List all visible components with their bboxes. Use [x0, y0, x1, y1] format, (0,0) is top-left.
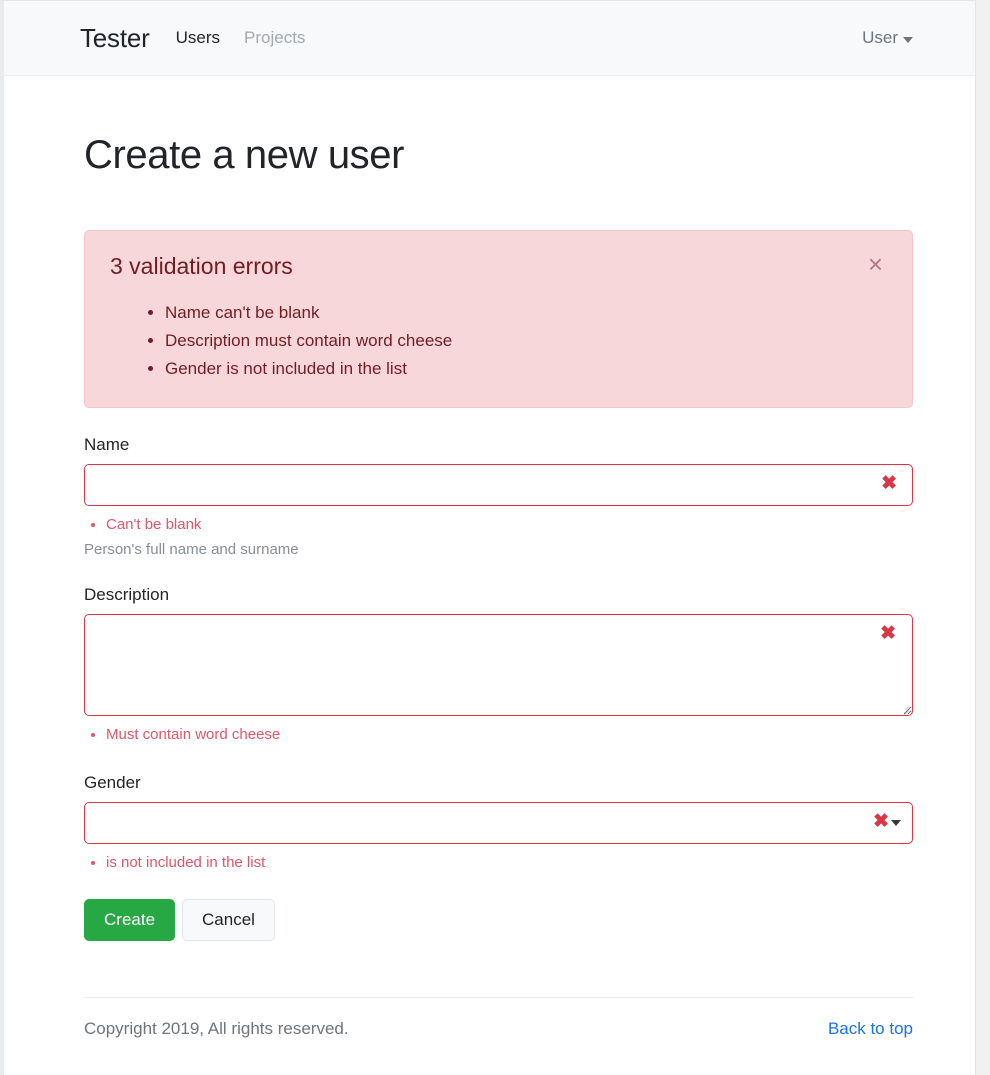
field-error-item: is not included in the list	[106, 852, 913, 874]
validation-error-item: Name can't be blank	[165, 299, 888, 327]
description-input-wrap: ✖	[84, 613, 913, 717]
description-field-errors: Must contain word cheese	[84, 724, 913, 746]
page-footer: Copyright 2019, All rights reserved. Bac…	[84, 997, 913, 1039]
form-group-description: Description ✖ Must contain word cheese	[84, 585, 913, 746]
validation-error-item: Description must contain word cheese	[165, 327, 888, 355]
gender-input-wrap: ✖	[84, 801, 913, 844]
field-error-item: Can't be blank	[106, 514, 913, 536]
nav-link-users[interactable]: Users	[176, 28, 220, 48]
form-actions: Create Cancel	[84, 898, 913, 942]
gender-select[interactable]	[84, 801, 913, 844]
create-button[interactable]: Create	[84, 898, 176, 942]
gender-label: Gender	[84, 772, 141, 792]
validation-alert-heading: 3 validation errors	[110, 253, 293, 279]
top-navbar: Tester Users Projects User	[4, 1, 975, 76]
user-menu-dropdown[interactable]: User	[862, 28, 913, 48]
user-menu-label: User	[862, 28, 898, 47]
validation-alert-list: Name can't be blank Description must con…	[110, 299, 888, 383]
description-label: Description	[84, 584, 170, 604]
name-input[interactable]	[84, 463, 913, 506]
footer-copyright: Copyright 2019, All rights reserved.	[84, 1019, 349, 1039]
page-container: Create a new user 3 validation errors × …	[4, 133, 975, 1039]
description-textarea[interactable]	[84, 613, 913, 716]
name-help-text: Person's full name and surname	[84, 540, 299, 558]
validation-alert: 3 validation errors × Name can't be blan…	[84, 230, 913, 408]
validation-error-item: Gender is not included in the list	[165, 355, 888, 383]
back-to-top-link[interactable]: Back to top	[828, 1019, 913, 1039]
cancel-button[interactable]: Cancel	[182, 898, 275, 942]
name-input-wrap: ✖	[84, 463, 913, 506]
navbar-brand[interactable]: Tester	[80, 23, 150, 54]
name-field-errors: Can't be blank	[84, 514, 913, 536]
close-icon[interactable]: ×	[862, 247, 889, 281]
field-error-item: Must contain word cheese	[106, 724, 913, 746]
gender-field-errors: is not included in the list	[84, 852, 913, 874]
vertical-scrollbar[interactable]	[975, 0, 990, 1075]
nav-link-projects[interactable]: Projects	[244, 28, 305, 48]
name-label: Name	[84, 434, 130, 454]
browser-viewport: Tester Users Projects User Create a new …	[0, 0, 975, 1075]
page-title: Create a new user	[84, 133, 405, 177]
navbar-links: Users Projects	[176, 28, 306, 48]
form-group-gender: Gender ✖ is not included in the list	[84, 773, 913, 874]
form-group-name: Name ✖ Can't be blank Person's full name…	[84, 435, 913, 558]
caret-down-icon	[903, 36, 913, 43]
